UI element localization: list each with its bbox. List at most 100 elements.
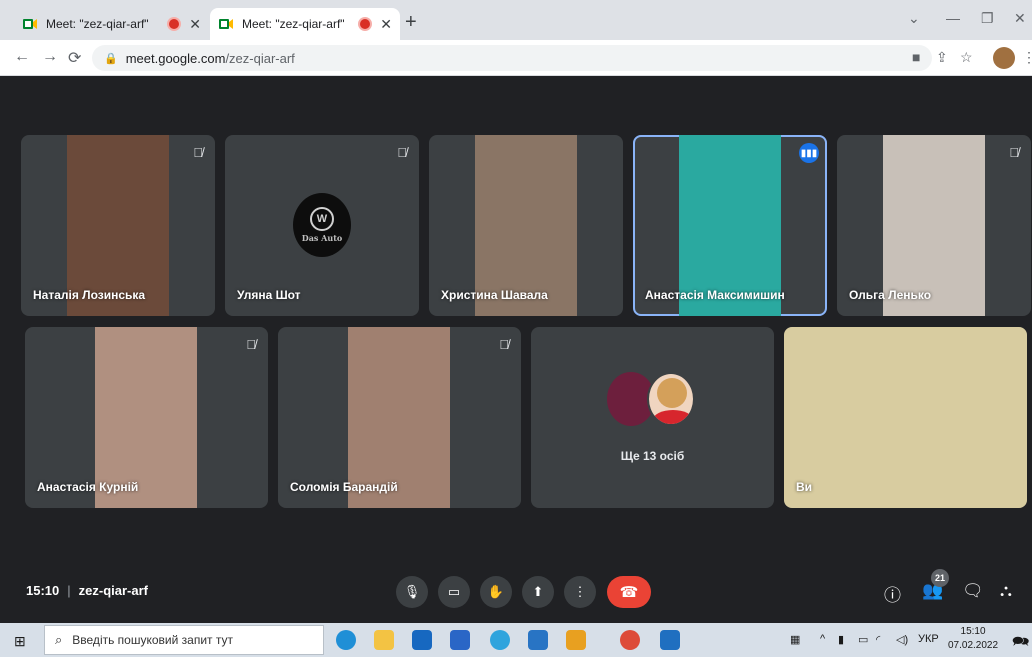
vw-avatar-logo: W Das Auto — [293, 193, 351, 257]
meeting-info-icon[interactable]: ⓘ — [884, 581, 901, 606]
notifications-icon[interactable]: 🗪 — [1012, 631, 1029, 655]
usb-icon[interactable]: ▮ — [838, 633, 844, 646]
bookmark-star-icon[interactable]: ☆ — [960, 49, 973, 66]
reload-icon[interactable]: ⟳ — [68, 48, 81, 68]
participant-tile[interactable]: 🎙̸ Наталія Лозинська — [21, 135, 215, 316]
volume-icon[interactable]: ◁) — [896, 633, 908, 646]
participant-name: Анастасія Курній — [37, 480, 139, 494]
participant-name: Ви — [796, 480, 813, 494]
more-participants-tile[interactable]: Ще 13 осіб — [531, 327, 774, 508]
participant-tile-speaking[interactable]: ▮▮▮ Анастасія Максимишин — [633, 135, 827, 316]
share-icon[interactable]: ⇪ — [936, 49, 948, 66]
camera-in-use-icon[interactable]: ■ — [912, 49, 920, 65]
meet-control-bar: 15:10 | zez-qiar-arf 🎙 ▭ ✋ ⬆ ⋮ ☎ ⓘ 👥 21 🗨 … — [0, 569, 1032, 622]
participant-tile[interactable]: 🎙̸ Анастасія Курній — [25, 327, 268, 508]
meeting-code: zez-qiar-arf — [78, 583, 148, 598]
documents-icon[interactable] — [566, 630, 586, 650]
clock-time: 15:10 — [960, 626, 986, 637]
more-participants-label: Ще 13 осіб — [620, 449, 685, 463]
search-icon: ⌕ — [55, 632, 63, 647]
mic-muted-icon: 🎙̸ — [397, 145, 407, 160]
participant-tile[interactable]: 🎙̸ Ольга Ленько — [837, 135, 1031, 316]
speaking-indicator-icon: ▮▮▮ — [799, 143, 819, 163]
mic-muted-icon: 🎙̸ — [246, 337, 256, 352]
task-view-icon[interactable]: ▦ — [790, 633, 800, 646]
browser-tab-bar: Meet: "zez-qiar-arf" ✕ Meet: "zez-qiar-a… — [0, 0, 1032, 40]
close-window-icon[interactable]: ✕ — [1014, 10, 1026, 27]
self-video — [784, 327, 1027, 508]
participant-name: Ольга Ленько — [849, 288, 932, 302]
participant-tile[interactable]: 🎙̸ Соломія Барандій — [278, 327, 521, 508]
search-placeholder: Введіть пошуковий запит тут — [72, 633, 233, 647]
taskbar-search-box[interactable]: ⌕ Введіть пошуковий запит тут — [44, 625, 324, 655]
browser-tab-1[interactable]: Meet: "zez-qiar-arf" ✕ — [14, 8, 209, 40]
clock-date: 07.02.2022 — [948, 640, 999, 651]
meet-favicon-icon — [22, 16, 38, 32]
app-icon[interactable] — [660, 630, 680, 650]
participant-name: Уляна Шот — [237, 288, 301, 302]
avatar — [647, 372, 695, 426]
windows-start-icon[interactable]: ⊞ — [14, 633, 26, 650]
participant-tile[interactable]: W Das Auto 🎙̸ Уляна Шот — [225, 135, 419, 316]
show-hidden-icons-icon[interactable]: ^ — [820, 633, 825, 645]
present-icon: ⬆ — [532, 584, 544, 599]
photos-icon[interactable] — [528, 630, 548, 650]
windows-taskbar: ⊞ ⌕ Введіть пошуковий запит тут ▦ ^ ▮ ▭ … — [0, 623, 1032, 657]
camera-button[interactable]: ▭ — [438, 576, 470, 608]
tab-close-icon[interactable]: ✕ — [380, 16, 392, 33]
meet-favicon-icon — [218, 16, 234, 32]
language-indicator[interactable]: УКР — [918, 633, 939, 645]
participant-name: Анастасія Максимишин — [645, 288, 785, 302]
back-arrow-icon[interactable]: ← — [14, 48, 30, 66]
menu-dots-icon[interactable]: ⋮ — [1022, 49, 1032, 66]
tab-title: Meet: "zez-qiar-arf" — [46, 17, 149, 31]
browser-tab-2[interactable]: Meet: "zez-qiar-arf" ✕ — [210, 8, 400, 40]
microphone-icon: 🎙 — [403, 584, 421, 599]
participants-count-badge: 21 — [931, 569, 949, 587]
mic-muted-icon: 🎙̸ — [1009, 145, 1019, 160]
telegram-icon[interactable] — [490, 630, 510, 650]
raise-hand-button[interactable]: ✋ — [480, 576, 512, 608]
battery-icon[interactable]: ▭ — [858, 633, 868, 646]
chrome-icon[interactable] — [620, 630, 640, 650]
participant-name: Христина Шавала — [441, 288, 548, 302]
hand-icon: ✋ — [487, 584, 505, 599]
address-bar[interactable]: 🔒 meet.google.com/zez-qiar-arf — [92, 45, 932, 71]
logo-text: Das Auto — [301, 233, 343, 243]
chat-icon[interactable]: 🗨 — [962, 581, 984, 601]
mic-muted-icon: 🎙̸ — [499, 337, 509, 352]
restore-icon[interactable]: ❐ — [981, 10, 994, 27]
recording-indicator-icon — [360, 19, 371, 29]
wifi-icon[interactable]: ◜ — [876, 633, 880, 646]
tab-close-icon[interactable]: ✕ — [189, 16, 201, 33]
edge-icon[interactable] — [336, 630, 356, 650]
tab-title: Meet: "zez-qiar-arf" — [242, 17, 345, 31]
minimize-icon[interactable]: — — [946, 10, 960, 26]
leave-call-button[interactable]: ☎ — [607, 576, 651, 608]
store-icon[interactable] — [450, 630, 470, 650]
more-options-button[interactable]: ⋮ — [564, 576, 596, 608]
taskbar-clock[interactable]: 15:10 07.02.2022 — [948, 625, 998, 653]
present-button[interactable]: ⬆ — [522, 576, 554, 608]
profile-avatar[interactable] — [993, 47, 1015, 69]
url-path: /zez-qiar-arf — [225, 50, 295, 66]
camera-icon: ▭ — [447, 584, 461, 599]
new-tab-button[interactable]: + — [405, 11, 417, 34]
mic-muted-icon: 🎙̸ — [193, 145, 203, 160]
more-vert-icon: ⋮ — [573, 584, 587, 599]
browser-toolbar: ← → ⟳ 🔒 meet.google.com/zez-qiar-arf ■ ⇪… — [0, 40, 1032, 76]
forward-arrow-icon[interactable]: → — [42, 48, 58, 66]
participant-tile[interactable]: Христина Шавала — [429, 135, 623, 316]
lock-icon: 🔒 — [104, 52, 118, 65]
recording-indicator-icon — [169, 19, 180, 29]
tab-search-icon[interactable]: ⌄ — [908, 10, 920, 27]
self-view-tile[interactable]: Ви — [784, 327, 1027, 508]
meet-stage: 🎙̸ Наталія Лозинська W Das Auto 🎙̸ Уляна… — [0, 77, 1032, 623]
file-explorer-icon[interactable] — [374, 630, 394, 650]
meeting-details: 15:10 | zez-qiar-arf — [26, 583, 148, 598]
microphone-button[interactable]: 🎙 — [396, 576, 428, 608]
activities-icon[interactable]: ⛬ — [1000, 581, 1012, 601]
mail-icon[interactable] — [412, 630, 432, 650]
participant-name: Наталія Лозинська — [33, 288, 146, 302]
url-host: meet.google.com — [125, 50, 226, 66]
